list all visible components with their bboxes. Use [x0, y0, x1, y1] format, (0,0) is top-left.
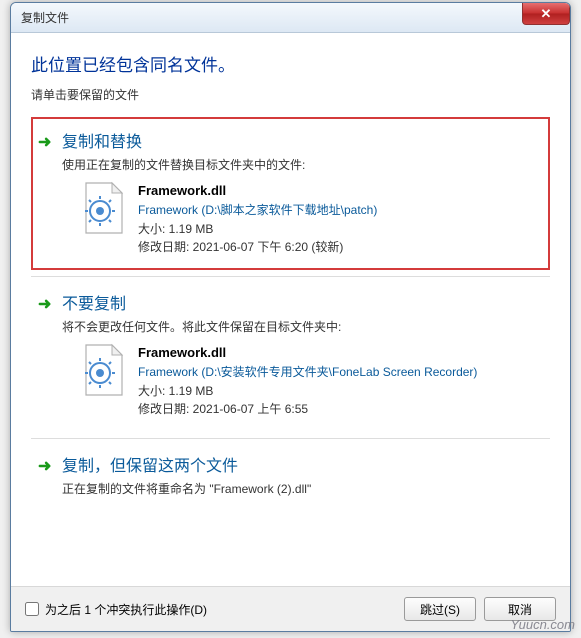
arrow-col: ➜ [38, 452, 62, 505]
file-name: Framework.dll [138, 181, 541, 201]
titlebar: 复制文件 ✕ [11, 3, 570, 33]
file-date: 修改日期: 2021-06-07 上午 6:55 [138, 400, 541, 419]
option-title: 不要复制 [62, 290, 541, 314]
option-desc: 将不会更改任何文件。将此文件保留在目标文件夹中: [62, 318, 541, 335]
apply-all-checkbox-wrap[interactable]: 为之后 1 个冲突执行此操作(D) [25, 601, 207, 618]
file-size: 大小: 1.19 MB [138, 382, 541, 401]
button-row: 跳过(S) 取消 [404, 597, 556, 621]
checkbox-label: 为之后 1 个冲突执行此操作(D) [45, 601, 207, 618]
dialog-footer: 为之后 1 个冲突执行此操作(D) 跳过(S) 取消 [11, 586, 570, 631]
option-body: 不要复制 将不会更改任何文件。将此文件保留在目标文件夹中: [62, 290, 541, 419]
file-block: Framework.dll Framework (D:\安装软件专用文件夹\Fo… [80, 343, 541, 419]
arrow-col: ➜ [38, 290, 62, 419]
separator [31, 438, 550, 439]
file-path: Framework (D:\脚本之家软件下载地址\patch) [138, 201, 541, 220]
arrow-col: ➜ [38, 128, 62, 257]
arrow-right-icon: ➜ [38, 456, 51, 476]
close-button[interactable]: ✕ [522, 3, 570, 25]
file-details: Framework.dll Framework (D:\安装软件专用文件夹\Fo… [138, 343, 541, 419]
arrow-right-icon: ➜ [38, 294, 51, 314]
option-body: 复制，但保留这两个文件 正在复制的文件将重命名为 "Framework (2).… [62, 452, 541, 505]
file-details: Framework.dll Framework (D:\脚本之家软件下载地址\p… [138, 181, 541, 257]
option-title: 复制和替换 [62, 128, 541, 152]
option-desc: 使用正在复制的文件替换目标文件夹中的文件: [62, 156, 541, 173]
dialog-window: 复制文件 ✕ 此位置已经包含同名文件。 请单击要保留的文件 ➜ 复制和替换 使用… [10, 2, 571, 632]
option-body: 复制和替换 使用正在复制的文件替换目标文件夹中的文件: [62, 128, 541, 257]
file-date: 修改日期: 2021-06-07 下午 6:20 (较新) [138, 238, 541, 257]
file-gear-icon [80, 181, 128, 235]
arrow-right-icon: ➜ [38, 132, 51, 152]
cancel-button[interactable]: 取消 [484, 597, 556, 621]
page-title: 此位置已经包含同名文件。 [31, 51, 550, 76]
file-block: Framework.dll Framework (D:\脚本之家软件下载地址\p… [80, 181, 541, 257]
apply-all-checkbox[interactable] [25, 602, 39, 616]
file-path: Framework (D:\安装软件专用文件夹\FoneLab Screen R… [138, 363, 541, 382]
file-size: 大小: 1.19 MB [138, 220, 541, 239]
option-keep-both[interactable]: ➜ 复制，但保留这两个文件 正在复制的文件将重命名为 "Framework (2… [31, 441, 550, 518]
option-copy-replace[interactable]: ➜ 复制和替换 使用正在复制的文件替换目标文件夹中的文件: [31, 117, 550, 270]
option-desc: 正在复制的文件将重命名为 "Framework (2).dll" [62, 480, 541, 497]
close-icon: ✕ [541, 6, 552, 22]
option-title: 复制，但保留这两个文件 [62, 452, 541, 476]
window-title: 复制文件 [21, 9, 69, 26]
skip-button[interactable]: 跳过(S) [404, 597, 476, 621]
dialog-content: 此位置已经包含同名文件。 请单击要保留的文件 ➜ 复制和替换 使用正在复制的文件… [11, 33, 570, 586]
page-subtitle: 请单击要保留的文件 [31, 86, 550, 103]
option-dont-copy[interactable]: ➜ 不要复制 将不会更改任何文件。将此文件保留在目标文件夹中: [31, 279, 550, 432]
file-gear-icon [80, 343, 128, 397]
file-name: Framework.dll [138, 343, 541, 363]
separator [31, 276, 550, 277]
